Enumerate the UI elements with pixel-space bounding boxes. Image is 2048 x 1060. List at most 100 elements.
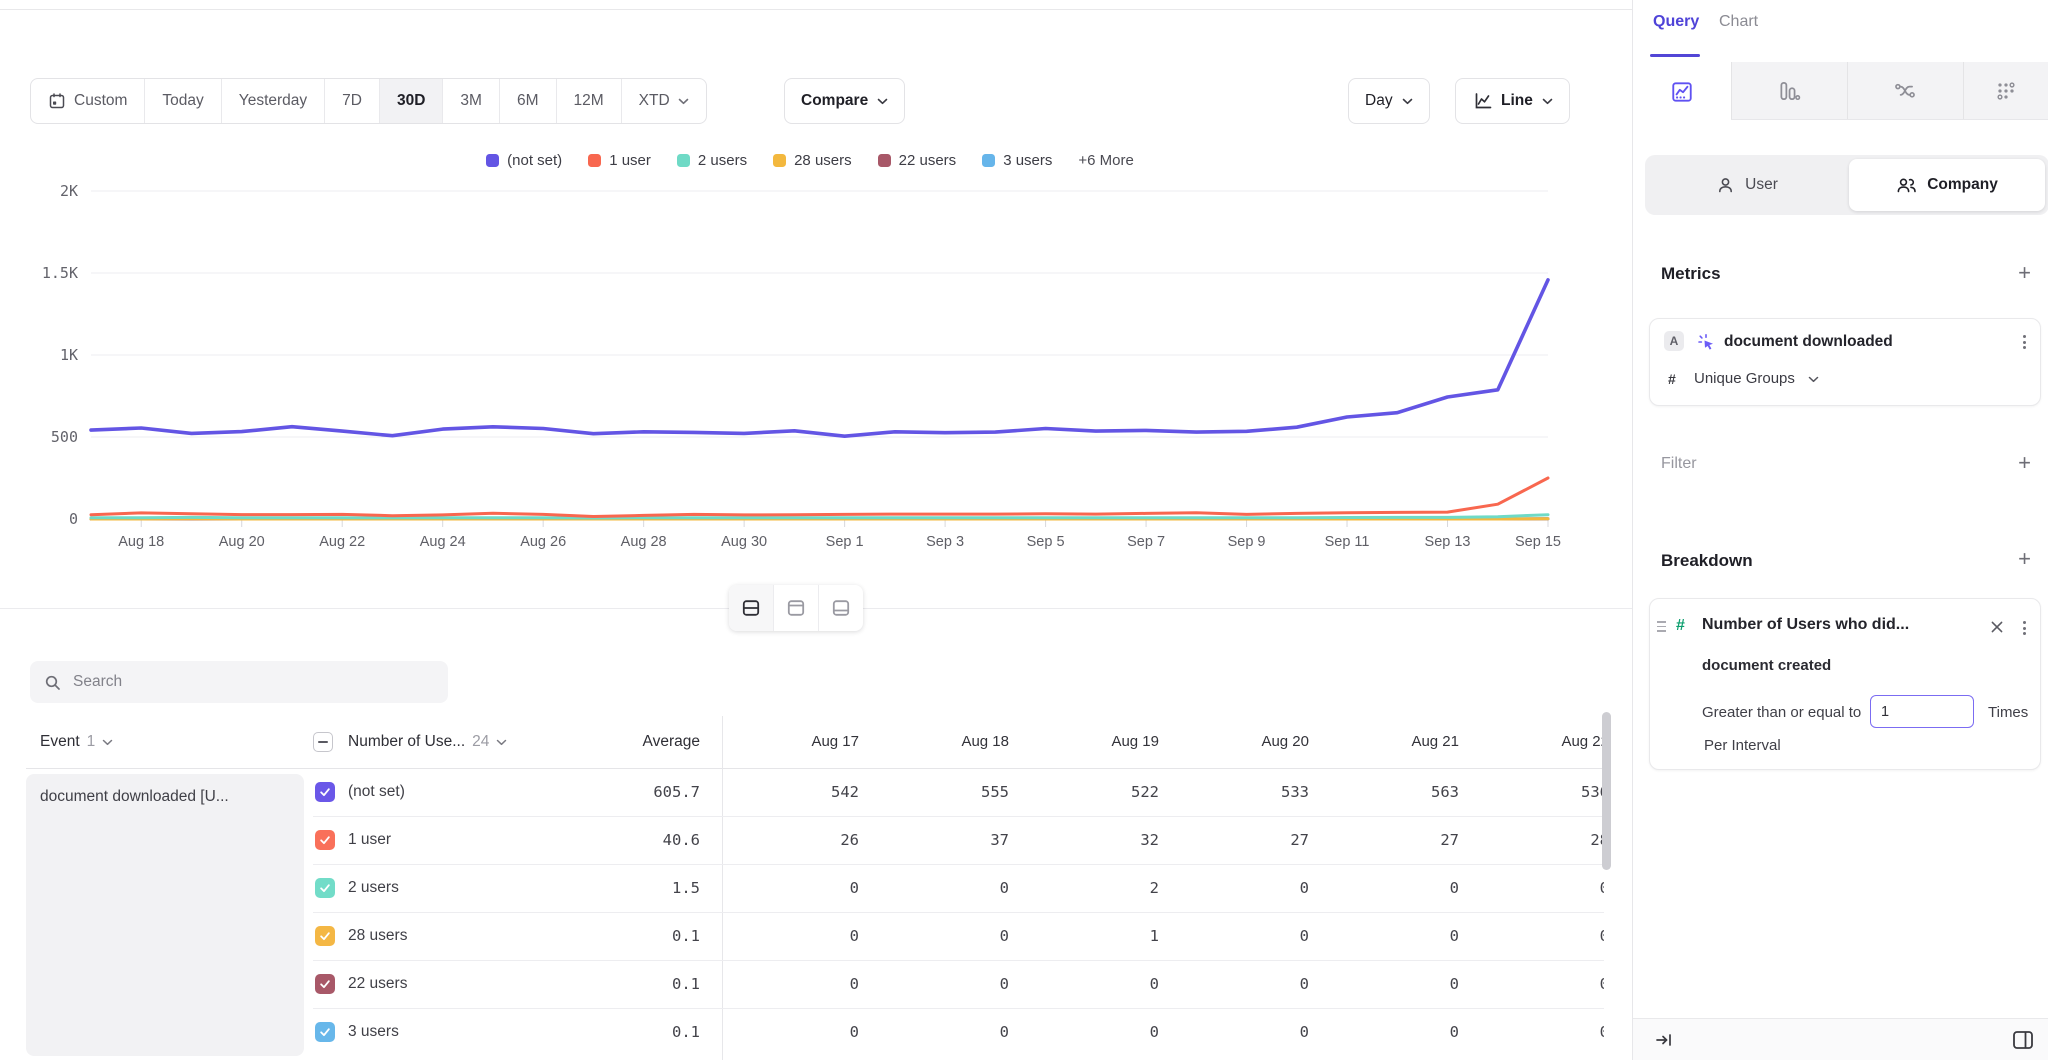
series-checkbox-28-users[interactable] [315,926,335,946]
chart-type-label: Line [1501,92,1533,110]
series-label: 1 user [348,816,391,864]
range-30d[interactable]: 30D [379,79,442,123]
breakdown-per-interval-label[interactable]: Per Interval [1704,737,1781,754]
range-xtd[interactable]: XTD [621,79,706,123]
layout-table-only-button[interactable] [818,585,863,631]
granularity-button[interactable]: Day [1348,78,1430,124]
compare-label: Compare [801,92,868,110]
breakdown-event-name[interactable]: document created [1702,657,1831,674]
chart-series-not-set[interactable] [91,280,1548,436]
legend-item-1-user[interactable]: 1 user [588,152,651,169]
x-axis-label: Sep 11 [1325,534,1370,550]
range-3m[interactable]: 3M [442,79,499,123]
columns-layout-icon[interactable] [2011,1028,2035,1052]
legend-swatch [773,154,786,167]
metric-letter-badge: A [1664,331,1684,351]
range-today[interactable]: Today [144,79,220,123]
metric-card[interactable]: A document downloaded # Unique Groups [1649,318,2041,406]
cell-value: 0 [895,912,1009,960]
metric-event-name[interactable]: document downloaded [1724,333,1893,351]
cell-value: 28 [1495,816,1604,864]
event-column-label: Event [40,733,80,751]
cell-value: 536 [1495,768,1604,816]
tab-query[interactable]: Query [1653,13,1699,31]
date-column-header-aug-17: Aug 17 [745,716,859,768]
breakdown-threshold-input[interactable] [1870,695,1974,728]
range-12m[interactable]: 12M [556,79,621,123]
select-all-checkbox[interactable] [313,732,333,752]
series-checkbox-3-users[interactable] [315,1022,335,1042]
average-label: Average [643,733,700,751]
cell-value: 0 [1345,1008,1459,1056]
cell-value: 0 [1195,864,1309,912]
range-6m[interactable]: 6M [499,79,556,123]
series-checkbox-22-users[interactable] [315,974,335,994]
legend-item-2-users[interactable]: 2 users [677,152,747,169]
chart-type-segmentation-tab[interactable] [1633,62,1731,121]
legend-more-button[interactable]: +6 More [1078,152,1133,169]
breakdown-property-name[interactable]: Number of Users who did... [1702,616,1909,634]
legend-item-not-set[interactable]: (not set) [486,152,562,169]
range-yesterday[interactable]: Yesterday [221,79,324,123]
table-scrollbar-thumb[interactable] [1602,712,1611,870]
cell-value: 0 [1345,960,1459,1008]
toggle-company[interactable]: Company [1849,155,2045,215]
add-metric-button[interactable]: + [2018,262,2031,284]
series-checkbox-1-user[interactable] [315,830,335,850]
drag-handle-icon[interactable] [1657,621,1666,632]
legend-item-3-users[interactable]: 3 users [982,152,1052,169]
hash-icon: # [1668,371,1676,387]
cell-value: 0 [1345,912,1459,960]
series-column-header[interactable]: Number of Use... 24 [348,716,507,768]
chart-type-more-tab[interactable] [1963,62,2048,120]
tab-chart[interactable]: Chart [1719,13,1758,31]
event-name-cell[interactable]: document downloaded [U... [26,774,304,1056]
compare-button[interactable]: Compare [784,78,905,124]
x-axis-label: Sep 7 [1127,534,1165,550]
search-input[interactable] [71,672,434,692]
measure-selector[interactable]: Unique Groups [1694,370,1795,387]
x-axis-label: Sep 13 [1425,534,1471,550]
breakdown-condition-label[interactable]: Greater than or equal to [1702,697,1861,729]
indeterminate-mark [318,741,328,743]
chart-type-button[interactable]: Line [1455,78,1570,124]
event-column-header[interactable]: Event 1 [40,716,113,768]
toggle-user[interactable]: User [1645,155,1849,215]
chart-type-journeys-tab[interactable] [1847,62,1963,120]
check-icon [318,977,332,991]
add-breakdown-button[interactable]: + [2018,548,2031,570]
metrics-section-title: Metrics [1661,264,1721,284]
x-axis-label: Aug 30 [721,534,767,550]
breakdown-kebab-menu[interactable] [2021,619,2028,637]
close-icon[interactable] [1990,620,2004,634]
chart-series-1-user[interactable] [91,478,1548,517]
chevron-down-icon [1808,376,1819,383]
series-label: 3 users [348,1008,399,1056]
event-click-icon [1696,332,1715,351]
range-7d[interactable]: 7D [324,79,379,123]
y-axis-label: 0 [69,510,78,528]
layout-chart-only-button[interactable] [773,585,818,631]
check-icon [318,929,332,943]
collapse-panel-icon[interactable] [1655,1031,1673,1049]
legend-item-28-users[interactable]: 28 users [773,152,852,169]
legend-item-22-users[interactable]: 22 users [878,152,957,169]
date-column-header-aug-20: Aug 20 [1195,716,1309,768]
panel-footer [1633,1018,2048,1060]
legend-label: 2 users [698,152,747,169]
toggle-company-label: Company [1927,176,1998,194]
series-checkbox-not-set[interactable] [315,782,335,802]
add-filter-button[interactable]: + [2018,452,2031,474]
legend-label: 22 users [899,152,957,169]
x-axis-label: Sep 5 [1027,534,1065,550]
chart-type-funnel-tab[interactable] [1731,62,1847,120]
legend-label: 28 users [794,152,852,169]
cell-value: 563 [1345,768,1459,816]
metric-kebab-menu[interactable] [2021,333,2028,351]
active-tab-underline [1650,54,1700,57]
layout-split-button[interactable] [729,585,773,631]
x-axis-label: Sep 9 [1228,534,1266,550]
range-custom[interactable]: Custom [31,79,144,123]
series-checkbox-2-users[interactable] [315,878,335,898]
granularity-label: Day [1365,92,1393,110]
